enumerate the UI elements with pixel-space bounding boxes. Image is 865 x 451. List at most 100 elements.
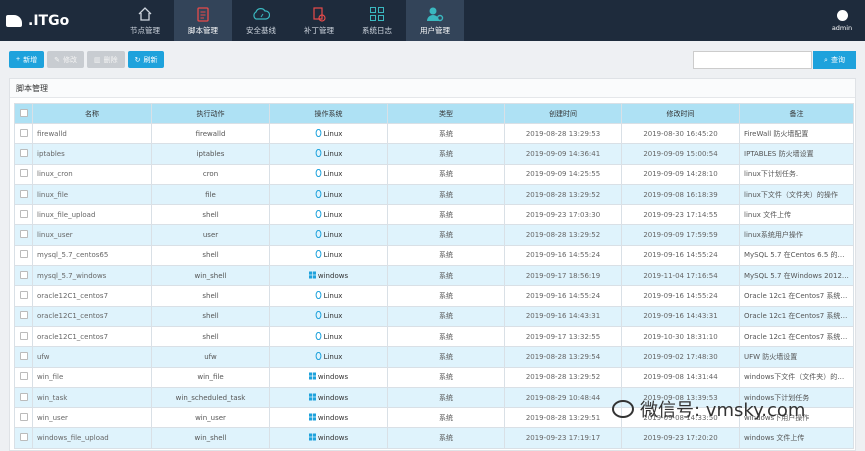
col-header-modified[interactable]: 修改时间: [621, 103, 740, 124]
row-select-cell[interactable]: [14, 285, 33, 307]
cell-os: windows: [269, 265, 388, 287]
os-label: Linux: [323, 231, 343, 240]
os-badge: Linux: [315, 331, 343, 342]
table-row[interactable]: oracle12C1_centos7 shell Linux 系统 2019-09-16…: [14, 285, 854, 307]
cell-os: Linux: [269, 224, 388, 246]
row-select-cell[interactable]: [14, 204, 33, 226]
search-button[interactable]: ⌕ 查询: [813, 51, 856, 69]
row-checkbox[interactable]: [19, 128, 28, 137]
table-row[interactable]: iptables iptables Linux 系统 2019-09-09 14:36:…: [14, 143, 854, 165]
col-header-os[interactable]: 操作系统: [269, 103, 388, 124]
table-row[interactable]: linux_file_upload shell Linux 系统 2019-09-23 …: [14, 204, 854, 226]
cell-os: Linux: [269, 305, 388, 327]
cell-type: 系统: [387, 346, 505, 368]
row-select-cell[interactable]: [14, 366, 33, 388]
os-label: Linux: [323, 332, 343, 341]
col-header-type[interactable]: 类型: [387, 103, 505, 124]
table-row[interactable]: mysql_5.7_centos65 shell Linux 系统 2019-09-16…: [14, 244, 854, 267]
row-checkbox[interactable]: [19, 392, 28, 401]
cell-modified: 2019-09-23 17:14:55: [621, 204, 740, 226]
nav-item-nodes[interactable]: 节点管理: [116, 0, 174, 41]
row-checkbox[interactable]: [19, 351, 28, 360]
table-row[interactable]: linux_file file Linux 系统 2019-08-28 13:29:52…: [14, 183, 854, 206]
cell-name: ufw: [32, 346, 152, 368]
row-select-cell[interactable]: [14, 244, 33, 267]
nav-item-patch[interactable]: 补丁管理: [290, 0, 348, 41]
row-checkbox[interactable]: [19, 209, 28, 218]
nav-item-users[interactable]: 用户管理: [406, 0, 464, 41]
cell-action: iptables: [151, 143, 270, 165]
row-select-cell[interactable]: [14, 224, 33, 246]
cell-modified: 2019-09-09 15:00:54: [621, 143, 740, 165]
os-label: Linux: [323, 149, 343, 158]
table-row[interactable]: linux_user user Linux 系统 2019-08-28 13:29:52…: [14, 224, 854, 246]
col-header-note[interactable]: 备注: [739, 103, 854, 124]
panel-title: 脚本管理: [10, 79, 855, 98]
nav-item-scripts[interactable]: 脚本管理: [174, 0, 232, 41]
nav-item-logs[interactable]: 系统日志: [348, 0, 406, 41]
linux-icon: [315, 169, 322, 179]
cell-created: 2019-09-16 14:55:24: [504, 244, 622, 267]
linux-icon: [315, 189, 322, 200]
row-select-cell[interactable]: [14, 305, 33, 327]
row-checkbox[interactable]: [19, 189, 28, 198]
logo[interactable]: .ITGo: [0, 0, 116, 41]
select-all-cell[interactable]: [14, 103, 33, 124]
os-badge: Linux: [315, 209, 342, 220]
cell-name: oracle12C1_centos7: [32, 305, 152, 327]
os-badge: Linux: [315, 148, 343, 159]
cell-action: shell: [151, 285, 270, 307]
cell-modified: 2019-09-16 14:55:24: [621, 285, 740, 307]
table-row[interactable]: win_file win_file windows 系统 2019-08-28 13:2…: [14, 366, 854, 388]
refresh-button[interactable]: ↻ 刷新: [127, 51, 165, 68]
row-select-cell[interactable]: [14, 325, 33, 348]
row-checkbox[interactable]: [19, 148, 28, 157]
row-select-cell[interactable]: [14, 183, 33, 206]
table-row[interactable]: oracle12C1_centos7 shell Linux 系统 2019-09-16…: [14, 305, 854, 327]
row-checkbox[interactable]: [19, 412, 28, 421]
select-all-checkbox[interactable]: [19, 108, 28, 117]
table-row[interactable]: linux_cron cron Linux 系统 2019-09-09 14:25:55…: [14, 163, 854, 185]
row-select-cell[interactable]: [14, 122, 33, 145]
table-row[interactable]: firewalld firewalld Linux 系统 2019-08-28 13:2…: [14, 122, 854, 145]
table-row[interactable]: windows_file_upload win_shell windows 系统 201…: [14, 427, 854, 449]
row-select-cell[interactable]: [14, 163, 33, 185]
col-header-action[interactable]: 执行动作: [151, 103, 270, 124]
row-checkbox[interactable]: [19, 291, 28, 300]
delete-button[interactable]: ▥ 删除: [86, 51, 125, 68]
edit-button[interactable]: ✎ 修改: [47, 51, 84, 68]
table-row[interactable]: mysql_5.7_windows win_shell windows 系统 2019-…: [14, 265, 854, 287]
windows-icon: [308, 393, 316, 403]
row-select-cell[interactable]: [14, 407, 33, 429]
table-row[interactable]: ufw ufw Linux 系统 2019-08-28 13:29:54 2019-09-…: [14, 346, 854, 368]
row-checkbox[interactable]: [19, 372, 28, 381]
row-checkbox[interactable]: [19, 250, 28, 259]
cell-os: windows: [269, 427, 388, 449]
row-select-cell[interactable]: [14, 265, 33, 287]
cell-note: windows下文件（文件夹）的操...: [739, 366, 854, 388]
row-select-cell[interactable]: [14, 427, 33, 449]
row-select-cell[interactable]: [14, 143, 33, 165]
row-checkbox[interactable]: [19, 169, 28, 178]
table-row[interactable]: oracle12C1_centos7 shell Linux 系统 2019-09-17…: [14, 325, 854, 348]
search-input[interactable]: [693, 51, 812, 69]
cell-note: Oracle 12c1 在Centos7 系统上...: [739, 285, 854, 307]
os-label: Linux: [323, 352, 343, 361]
row-checkbox[interactable]: [19, 433, 28, 442]
col-header-name[interactable]: 名称: [32, 103, 152, 124]
row-checkbox[interactable]: [19, 311, 28, 320]
row-select-cell[interactable]: [14, 346, 33, 368]
user-menu[interactable]: admin: [819, 0, 865, 41]
nav-item-baseline[interactable]: 安全基线: [232, 0, 290, 41]
os-badge: Linux: [315, 291, 342, 301]
cell-created: 2019-09-16 14:43:31: [504, 305, 622, 327]
row-checkbox[interactable]: [19, 230, 28, 239]
cell-name: oracle12C1_centos7: [32, 285, 152, 307]
row-checkbox[interactable]: [19, 270, 28, 279]
os-badge: Linux: [315, 351, 343, 362]
row-checkbox[interactable]: [19, 331, 28, 340]
cell-action: win_shell: [151, 427, 270, 449]
col-header-created[interactable]: 创建时间: [504, 103, 622, 124]
row-select-cell[interactable]: [14, 386, 33, 409]
add-button[interactable]: + 新增: [9, 51, 45, 68]
